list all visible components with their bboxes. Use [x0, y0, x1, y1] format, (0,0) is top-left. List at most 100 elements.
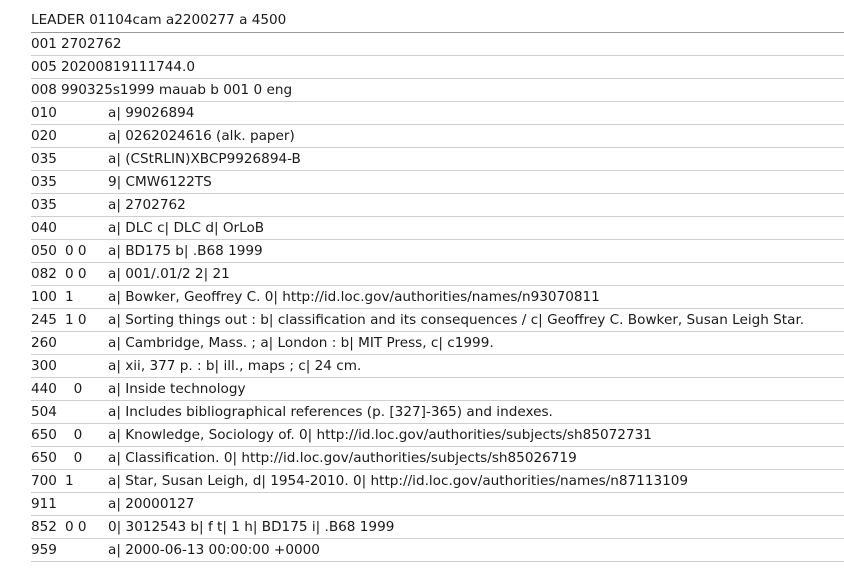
field-tag-group: 300: [31, 355, 108, 377]
field-value: a| (CStRLIN)XBCP9926894-B: [108, 151, 301, 167]
data-field-row: 020 a| 0262024616 (alk. paper): [31, 125, 844, 148]
field-tag-group: 650 0: [31, 447, 108, 469]
field-indicators: 0: [64, 381, 83, 397]
field-tag: 035: [31, 151, 57, 167]
data-field-row: 100 1 a| Bowker, Geoffrey C. 0| http://id.…: [31, 286, 844, 309]
field-tag: 700: [31, 473, 57, 489]
field-tag-group: 959: [31, 539, 108, 561]
field-value: a| xii, 377 p. : b| ill., maps ; c| 24 c…: [108, 358, 362, 374]
field-indicators: 1 0: [64, 312, 87, 328]
data-fields: 010 a| 99026894 020 a| 0262024616 (alk. pap…: [31, 102, 844, 562]
field-tag-group: 650 0: [31, 424, 108, 446]
field-tag-group: 440 0: [31, 378, 108, 400]
field-value: a| Knowledge, Sociology of. 0| http://id…: [108, 427, 652, 443]
field-tag: 260: [31, 335, 57, 351]
field-tag: 001: [31, 36, 57, 52]
field-tag: 050: [31, 243, 57, 259]
field-value: a| BD175 b| .B68 1999: [108, 243, 263, 259]
field-tag-group: 504: [31, 401, 108, 423]
data-field-row: 035 9| CMW6122TS: [31, 171, 844, 194]
control-field-row: 008 990325s1999 mauab b 001 0 eng: [31, 79, 844, 102]
leader-line: LEADER 01104cam a2200277 a 4500: [31, 9, 844, 33]
control-field-row: 005 20200819111744.0: [31, 56, 844, 79]
data-field-row: 911 a| 20000127: [31, 493, 844, 516]
field-tag-group: 852 0 0: [31, 516, 108, 538]
field-tag-group: 010: [31, 102, 108, 124]
data-field-row: 082 0 0 a| 001/.01/2 2| 21: [31, 263, 844, 286]
field-tag-group: 020: [31, 125, 108, 147]
field-tag-group: 245 1 0: [31, 309, 108, 331]
data-field-row: 035 a| (CStRLIN)XBCP9926894-B: [31, 148, 844, 171]
field-tag-group: 035: [31, 171, 108, 193]
control-field-row: 001 2702762: [31, 33, 844, 56]
data-field-row: 959 a| 2000-06-13 00:00:00 +0000: [31, 539, 844, 562]
field-value: a| 2702762: [108, 197, 186, 213]
field-value: a| Star, Susan Leigh, d| 1954-2010. 0| h…: [108, 473, 689, 489]
data-field-row: 852 0 0 0| 3012543 b| f t| 1 h| BD175 i| .…: [31, 516, 844, 539]
data-field-row: 050 0 0 a| BD175 b| .B68 1999: [31, 240, 844, 263]
field-tag: 040: [31, 220, 57, 236]
field-value: 0| 3012543 b| f t| 1 h| BD175 i| .B68 19…: [108, 519, 395, 535]
field-value: a| Cambridge, Mass. ; a| London : b| MIT…: [108, 335, 494, 351]
data-field-row: 040 a| DLC c| DLC d| OrLoB: [31, 217, 844, 240]
field-tag-group: 035: [31, 148, 108, 170]
field-tag-group: 035: [31, 194, 108, 216]
field-tag-group: 260: [31, 332, 108, 354]
field-tag: 504: [31, 404, 57, 420]
field-tag-group: 050 0 0: [31, 240, 108, 262]
data-field-row: 650 0 a| Classification. 0| http://id.loc…: [31, 447, 844, 470]
field-indicators: 0 0: [64, 243, 87, 259]
field-tag: 005: [31, 59, 57, 75]
field-tag: 440: [31, 381, 57, 397]
field-value: 9| CMW6122TS: [108, 174, 212, 190]
field-tag: 035: [31, 174, 57, 190]
field-tag: 010: [31, 105, 57, 121]
field-value: a| 99026894: [108, 105, 195, 121]
data-field-row: 245 1 0 a| Sorting things out : b| classif…: [31, 309, 844, 332]
field-tag: 911: [31, 496, 57, 512]
field-value: a| 2000-06-13 00:00:00 +0000: [108, 542, 320, 558]
data-field-row: 260 a| Cambridge, Mass. ; a| London : b| …: [31, 332, 844, 355]
field-value: a| Sorting things out : b| classificatio…: [108, 312, 805, 328]
field-tag-group: 700 1: [31, 470, 108, 492]
field-tag-group: 100 1: [31, 286, 108, 308]
field-value: a| Includes bibliographical references (…: [108, 404, 553, 420]
field-tag-group: 082 0 0: [31, 263, 108, 285]
field-value: 2702762: [60, 36, 122, 52]
field-indicators: 0 0: [64, 519, 87, 535]
data-field-row: 300 a| xii, 377 p. : b| ill., maps ; c| 2…: [31, 355, 844, 378]
field-value: 20200819111744.0: [60, 59, 196, 75]
field-tag-group: 911: [31, 493, 108, 515]
field-value: a| Classification. 0| http://id.loc.gov/…: [108, 450, 577, 466]
field-tag: 245: [31, 312, 57, 328]
data-field-row: 010 a| 99026894: [31, 102, 844, 125]
data-field-row: 440 0 a| Inside technology: [31, 378, 844, 401]
field-indicators: 1: [64, 473, 74, 489]
field-value: a| Bowker, Geoffrey C. 0| http://id.loc.…: [108, 289, 600, 305]
field-tag: 100: [31, 289, 57, 305]
marc-record: LEADER 01104cam a2200277 a 4500 001 2702…: [31, 9, 844, 562]
data-field-row: 700 1 a| Star, Susan Leigh, d| 1954-2010. …: [31, 470, 844, 493]
field-tag: 035: [31, 197, 57, 213]
field-value: a| 20000127: [108, 496, 195, 512]
field-tag: 082: [31, 266, 57, 282]
field-tag: 650: [31, 450, 57, 466]
field-indicators: 0: [64, 450, 83, 466]
field-tag: 020: [31, 128, 57, 144]
field-tag: 008: [31, 82, 57, 98]
field-tag: 650: [31, 427, 57, 443]
field-tag: 852: [31, 519, 57, 535]
field-value: a| Inside technology: [108, 381, 246, 397]
field-indicators: 0 0: [64, 266, 87, 282]
field-value: a| 001/.01/2 2| 21: [108, 266, 230, 282]
field-value: a| 0262024616 (alk. paper): [108, 128, 295, 144]
data-field-row: 035 a| 2702762: [31, 194, 844, 217]
field-tag-group: 040: [31, 217, 108, 239]
field-indicators: 0: [64, 427, 83, 443]
field-indicators: 1: [64, 289, 74, 305]
field-tag: 959: [31, 542, 57, 558]
data-field-row: 650 0 a| Knowledge, Sociology of. 0| http…: [31, 424, 844, 447]
data-field-row: 504 a| Includes bibliographical reference…: [31, 401, 844, 424]
field-tag: 300: [31, 358, 57, 374]
field-value: 990325s1999 mauab b 001 0 eng: [60, 82, 293, 98]
